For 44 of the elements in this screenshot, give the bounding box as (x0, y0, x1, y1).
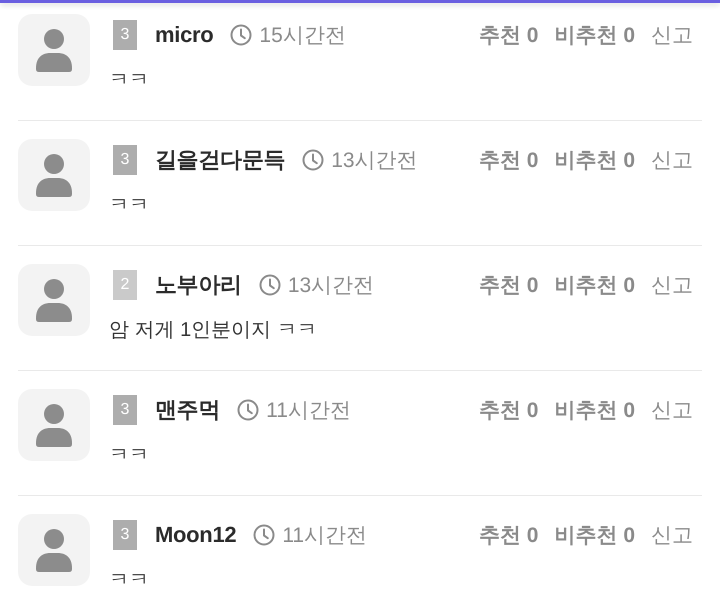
like-button[interactable]: 추천 0 (478, 146, 538, 174)
like-button[interactable]: 추천 0 (478, 271, 538, 299)
clock-icon (230, 24, 252, 46)
level-badge: 3 (113, 20, 137, 50)
clock-icon (302, 149, 324, 171)
dislike-button[interactable]: 비추천 0 (554, 146, 635, 174)
level-badge: 3 (113, 395, 137, 425)
comment-text: 암 저게 1인분이지 ㅋㅋ (109, 318, 318, 343)
comment-text: ㅋㅋ (109, 568, 150, 593)
username[interactable]: Moon12 (155, 522, 236, 548)
report-button[interactable]: 신고 (651, 21, 693, 49)
clock-icon (258, 274, 281, 296)
username[interactable]: 노부아리 (155, 270, 242, 300)
timestamp: 13시간전 (288, 273, 374, 299)
username[interactable]: 맨주먹 (155, 395, 220, 425)
level-badge: 3 (113, 145, 137, 175)
clock-icon (253, 524, 276, 546)
level-badge: 3 (113, 520, 137, 550)
avatar-icon (18, 389, 90, 461)
comment-text: ㅋㅋ (109, 193, 150, 218)
timestamp: 13시간전 (331, 148, 418, 174)
comment-text: ㅋㅋ (109, 68, 150, 93)
timestamp: 11시간전 (266, 398, 351, 424)
dislike-button[interactable]: 비추천 0 (554, 271, 635, 299)
avatar-icon (18, 139, 90, 211)
timestamp: 11시간전 (282, 523, 368, 549)
report-button[interactable]: 신고 (651, 146, 693, 174)
avatar-icon (18, 264, 90, 336)
like-button[interactable]: 추천 0 (478, 21, 538, 49)
avatar-icon (18, 14, 90, 86)
avatar-icon (18, 514, 90, 586)
dislike-button[interactable]: 비추천 0 (554, 521, 635, 549)
like-button[interactable]: 추천 0 (478, 396, 538, 424)
like-button[interactable]: 추천 0 (478, 521, 538, 549)
username[interactable]: micro (155, 22, 214, 48)
comment-text: ㅋㅋ (109, 443, 150, 468)
dislike-button[interactable]: 비추천 0 (554, 396, 635, 424)
username[interactable]: 길을걷다문득 (155, 145, 286, 175)
report-button[interactable]: 신고 (651, 521, 693, 549)
timestamp: 15시간전 (259, 23, 346, 49)
report-button[interactable]: 신고 (651, 271, 693, 299)
dislike-button[interactable]: 비추천 0 (554, 21, 635, 49)
report-button[interactable]: 신고 (651, 396, 693, 424)
clock-icon (237, 399, 260, 421)
